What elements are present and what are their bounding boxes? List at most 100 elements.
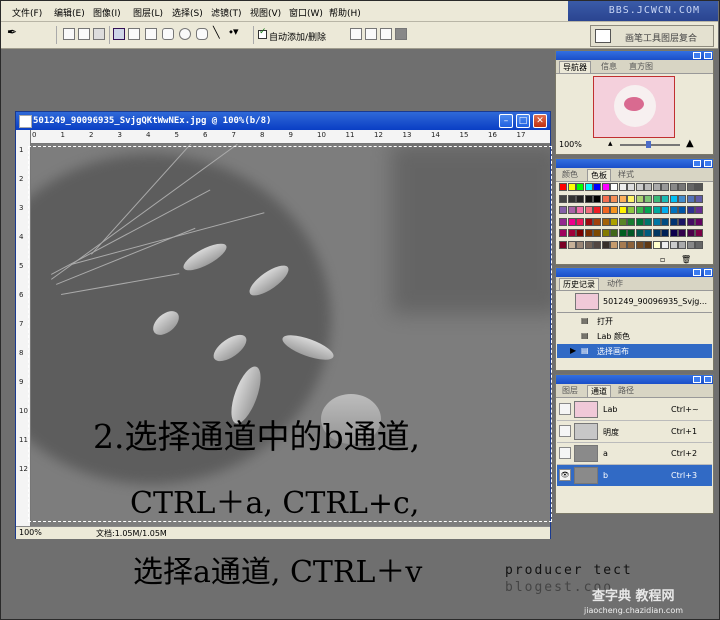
- minimize-button[interactable]: –: [499, 114, 513, 128]
- panel-minimize-icon[interactable]: [693, 160, 701, 167]
- color-swatch[interactable]: [618, 194, 627, 203]
- tab-info[interactable]: 信息: [598, 61, 620, 72]
- menu-edit[interactable]: 编辑(E): [54, 6, 85, 19]
- color-swatch[interactable]: [635, 240, 644, 249]
- zoom-slider[interactable]: [620, 141, 680, 148]
- color-swatch[interactable]: [601, 206, 610, 214]
- color-swatch[interactable]: [601, 229, 610, 237]
- color-swatch[interactable]: [559, 217, 567, 226]
- palette-dock[interactable]: 画笔工具图层复合: [590, 25, 714, 47]
- color-swatch[interactable]: [610, 217, 618, 226]
- freeform-pen-icon[interactable]: [128, 28, 140, 40]
- delete-swatch-icon[interactable]: 🗑: [681, 255, 691, 264]
- color-swatch[interactable]: [601, 217, 610, 226]
- color-swatch[interactable]: [652, 183, 661, 191]
- color-swatch[interactable]: [584, 194, 593, 203]
- color-swatch[interactable]: [610, 240, 618, 249]
- panel-minimize-icon[interactable]: [693, 376, 701, 383]
- color-swatch[interactable]: [584, 217, 593, 226]
- color-swatch[interactable]: [610, 206, 618, 214]
- color-swatch[interactable]: [644, 240, 652, 249]
- color-swatch[interactable]: [576, 229, 584, 237]
- new-swatch-icon[interactable]: ▫: [660, 255, 665, 264]
- color-swatch[interactable]: [652, 240, 661, 249]
- color-swatch[interactable]: [593, 206, 601, 214]
- panel-minimize-icon[interactable]: [693, 52, 701, 59]
- color-swatch[interactable]: [584, 183, 593, 191]
- color-swatch[interactable]: [644, 183, 652, 191]
- menu-file[interactable]: 文件(F): [12, 6, 42, 19]
- color-swatch[interactable]: [686, 229, 695, 237]
- color-swatch[interactable]: [695, 206, 703, 214]
- color-swatch[interactable]: [559, 240, 567, 249]
- color-swatch[interactable]: [567, 217, 576, 226]
- line-tool-icon[interactable]: ╲: [213, 26, 225, 39]
- color-swatch[interactable]: [593, 183, 601, 191]
- eye-icon[interactable]: 👁: [559, 469, 571, 481]
- tab-paths[interactable]: 路径: [615, 385, 637, 396]
- panel-close-icon[interactable]: [704, 160, 712, 167]
- color-swatch[interactable]: [559, 206, 567, 214]
- menu-image[interactable]: 图像(I): [93, 6, 121, 19]
- color-swatch[interactable]: [686, 217, 695, 226]
- color-swatch[interactable]: [661, 194, 669, 203]
- color-swatch[interactable]: [669, 217, 678, 226]
- color-swatch[interactable]: [644, 217, 652, 226]
- color-swatch[interactable]: [593, 194, 601, 203]
- color-swatch[interactable]: [618, 240, 627, 249]
- tab-navigator[interactable]: 导航器: [559, 61, 591, 73]
- history-step[interactable]: ▤ 打开: [557, 314, 712, 328]
- color-swatch[interactable]: [593, 240, 601, 249]
- color-swatch[interactable]: [695, 229, 703, 237]
- color-swatch[interactable]: [635, 206, 644, 214]
- path-intersect-icon[interactable]: [380, 28, 392, 40]
- color-swatch[interactable]: [601, 194, 610, 203]
- tab-swatches[interactable]: 色板: [587, 169, 611, 181]
- color-swatch[interactable]: [601, 183, 610, 191]
- color-swatch[interactable]: [567, 183, 576, 191]
- color-swatch[interactable]: [652, 194, 661, 203]
- color-swatch[interactable]: [593, 217, 601, 226]
- color-swatch[interactable]: [669, 206, 678, 214]
- panel-close-icon[interactable]: [704, 269, 712, 276]
- color-swatch[interactable]: [695, 183, 703, 191]
- color-swatch[interactable]: [567, 206, 576, 214]
- channel-row-lightness[interactable]: 明度 Ctrl+1: [557, 421, 712, 443]
- color-swatch[interactable]: [678, 229, 686, 237]
- ellipse-tool-icon[interactable]: [179, 28, 191, 40]
- channel-row-b[interactable]: 👁 b Ctrl+3: [557, 465, 712, 486]
- color-swatch[interactable]: [610, 183, 618, 191]
- color-swatch[interactable]: [669, 194, 678, 203]
- color-swatch[interactable]: [644, 194, 652, 203]
- navigator-zoom[interactable]: 100%: [559, 140, 582, 149]
- document-titlebar[interactable]: 501249_90096935_SvjgQKtWwNEx.jpg @ 100%(…: [16, 112, 550, 130]
- menu-help[interactable]: 帮助(H): [329, 6, 361, 19]
- color-swatch[interactable]: [669, 229, 678, 237]
- color-swatch[interactable]: [669, 183, 678, 191]
- channel-row-lab[interactable]: Lab Ctrl+~: [557, 399, 712, 421]
- color-swatch[interactable]: [627, 229, 635, 237]
- color-swatch[interactable]: [627, 217, 635, 226]
- tab-history[interactable]: 历史记录: [559, 278, 599, 290]
- color-swatch[interactable]: [559, 183, 567, 191]
- visibility-toggle[interactable]: [559, 447, 571, 459]
- color-swatch[interactable]: [584, 206, 593, 214]
- color-swatch[interactable]: [635, 183, 644, 191]
- color-swatch[interactable]: [652, 217, 661, 226]
- color-swatch[interactable]: [618, 206, 627, 214]
- color-swatch[interactable]: [635, 229, 644, 237]
- color-swatch[interactable]: [669, 240, 678, 249]
- maximize-button[interactable]: □: [516, 114, 530, 128]
- color-swatch[interactable]: [678, 240, 686, 249]
- panel-close-icon[interactable]: [704, 52, 712, 59]
- doc-size[interactable]: 文档:1.05M/1.05M: [96, 528, 167, 539]
- path-subtract-icon[interactable]: [365, 28, 377, 40]
- zoom-out-icon[interactable]: ▴: [608, 139, 613, 149]
- tab-histogram[interactable]: 直方图: [626, 61, 656, 72]
- color-swatch[interactable]: [661, 240, 669, 249]
- custom-shape-icon[interactable]: ⬩▾: [229, 25, 241, 38]
- history-step[interactable]: ▤ Lab 颜色: [557, 329, 712, 343]
- menu-window[interactable]: 窗口(W): [289, 6, 323, 19]
- color-swatch[interactable]: [686, 194, 695, 203]
- color-swatch[interactable]: [610, 194, 618, 203]
